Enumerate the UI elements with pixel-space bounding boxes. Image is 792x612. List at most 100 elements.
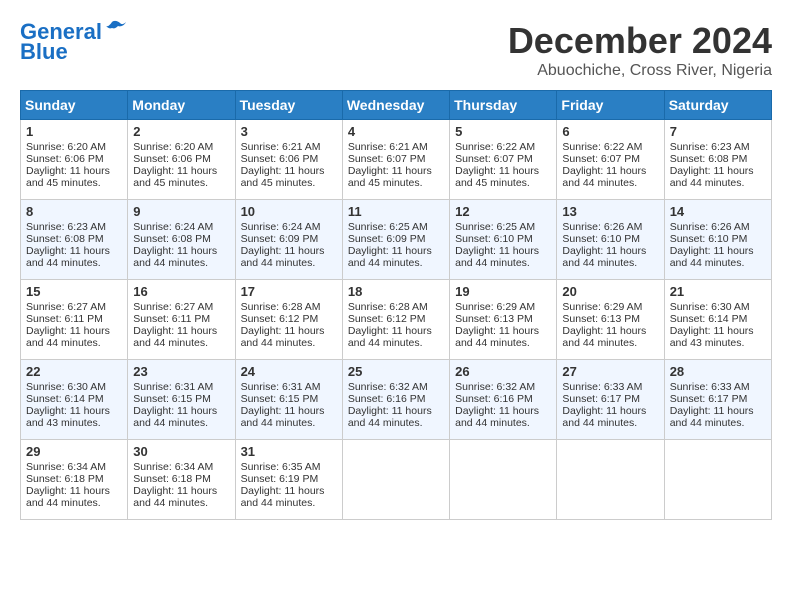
- daylight-label: Daylight: 11 hours and 44 minutes.: [133, 405, 217, 429]
- sunset-text: Sunset: 6:08 PM: [26, 233, 104, 245]
- daylight-label: Daylight: 11 hours and 45 minutes.: [26, 165, 110, 189]
- sunrise-text: Sunrise: 6:23 AM: [670, 141, 750, 153]
- calendar-cell: 28Sunrise: 6:33 AMSunset: 6:17 PMDayligh…: [664, 360, 771, 440]
- header-wednesday: Wednesday: [342, 91, 449, 120]
- sunset-text: Sunset: 6:15 PM: [241, 393, 319, 405]
- day-number: 25: [348, 364, 444, 379]
- calendar-cell: 8Sunrise: 6:23 AMSunset: 6:08 PMDaylight…: [21, 200, 128, 280]
- sunset-text: Sunset: 6:15 PM: [133, 393, 211, 405]
- calendar-cell: 21Sunrise: 6:30 AMSunset: 6:14 PMDayligh…: [664, 280, 771, 360]
- calendar-cell: 5Sunrise: 6:22 AMSunset: 6:07 PMDaylight…: [450, 120, 557, 200]
- sunrise-text: Sunrise: 6:22 AM: [562, 141, 642, 153]
- sunset-text: Sunset: 6:10 PM: [562, 233, 640, 245]
- day-number: 29: [26, 444, 122, 459]
- daylight-label: Daylight: 11 hours and 44 minutes.: [670, 405, 754, 429]
- sunset-text: Sunset: 6:19 PM: [241, 473, 319, 485]
- day-number: 8: [26, 204, 122, 219]
- day-number: 15: [26, 284, 122, 299]
- calendar-cell: 24Sunrise: 6:31 AMSunset: 6:15 PMDayligh…: [235, 360, 342, 440]
- day-number: 18: [348, 284, 444, 299]
- day-number: 1: [26, 124, 122, 139]
- sunrise-text: Sunrise: 6:33 AM: [670, 381, 750, 393]
- sunrise-text: Sunrise: 6:28 AM: [241, 301, 321, 313]
- calendar-week-row: 22Sunrise: 6:30 AMSunset: 6:14 PMDayligh…: [21, 360, 772, 440]
- sunrise-text: Sunrise: 6:20 AM: [133, 141, 213, 153]
- sunset-text: Sunset: 6:17 PM: [562, 393, 640, 405]
- daylight-label: Daylight: 11 hours and 44 minutes.: [133, 485, 217, 509]
- day-number: 6: [562, 124, 658, 139]
- calendar-cell: [342, 440, 449, 520]
- daylight-label: Daylight: 11 hours and 44 minutes.: [455, 325, 539, 349]
- sunrise-text: Sunrise: 6:23 AM: [26, 221, 106, 233]
- sunrise-text: Sunrise: 6:26 AM: [562, 221, 642, 233]
- daylight-label: Daylight: 11 hours and 44 minutes.: [241, 325, 325, 349]
- day-number: 13: [562, 204, 658, 219]
- sunrise-text: Sunrise: 6:34 AM: [133, 461, 213, 473]
- title-block: December 2024 Abuochiche, Cross River, N…: [508, 20, 772, 80]
- sunset-text: Sunset: 6:06 PM: [133, 153, 211, 165]
- header-thursday: Thursday: [450, 91, 557, 120]
- daylight-label: Daylight: 11 hours and 44 minutes.: [562, 165, 646, 189]
- calendar-header-row: SundayMondayTuesdayWednesdayThursdayFrid…: [21, 91, 772, 120]
- day-number: 4: [348, 124, 444, 139]
- sunrise-text: Sunrise: 6:29 AM: [562, 301, 642, 313]
- daylight-label: Daylight: 11 hours and 44 minutes.: [670, 245, 754, 269]
- day-number: 31: [241, 444, 337, 459]
- calendar-cell: 14Sunrise: 6:26 AMSunset: 6:10 PMDayligh…: [664, 200, 771, 280]
- sunrise-text: Sunrise: 6:25 AM: [348, 221, 428, 233]
- daylight-label: Daylight: 11 hours and 45 minutes.: [241, 165, 325, 189]
- daylight-label: Daylight: 11 hours and 45 minutes.: [133, 165, 217, 189]
- header-friday: Friday: [557, 91, 664, 120]
- day-number: 21: [670, 284, 766, 299]
- daylight-label: Daylight: 11 hours and 44 minutes.: [241, 485, 325, 509]
- calendar-cell: [557, 440, 664, 520]
- day-number: 10: [241, 204, 337, 219]
- calendar-cell: 2Sunrise: 6:20 AMSunset: 6:06 PMDaylight…: [128, 120, 235, 200]
- day-number: 9: [133, 204, 229, 219]
- calendar-cell: 26Sunrise: 6:32 AMSunset: 6:16 PMDayligh…: [450, 360, 557, 440]
- calendar-week-row: 29Sunrise: 6:34 AMSunset: 6:18 PMDayligh…: [21, 440, 772, 520]
- daylight-label: Daylight: 11 hours and 44 minutes.: [26, 485, 110, 509]
- calendar-cell: 23Sunrise: 6:31 AMSunset: 6:15 PMDayligh…: [128, 360, 235, 440]
- calendar-table: SundayMondayTuesdayWednesdayThursdayFrid…: [20, 90, 772, 520]
- calendar-cell: 15Sunrise: 6:27 AMSunset: 6:11 PMDayligh…: [21, 280, 128, 360]
- sunrise-text: Sunrise: 6:31 AM: [133, 381, 213, 393]
- day-number: 3: [241, 124, 337, 139]
- sunrise-text: Sunrise: 6:24 AM: [133, 221, 213, 233]
- logo-text-blue: Blue: [20, 40, 68, 64]
- header-monday: Monday: [128, 91, 235, 120]
- day-number: 17: [241, 284, 337, 299]
- logo-bird-icon: [104, 20, 126, 38]
- sunset-text: Sunset: 6:18 PM: [26, 473, 104, 485]
- calendar-cell: 17 Sunrise: 6:28 AMSunset: 6:12 PMDayligh…: [235, 280, 342, 360]
- calendar-cell: 18Sunrise: 6:28 AMSunset: 6:12 PMDayligh…: [342, 280, 449, 360]
- sunset-text: Sunset: 6:12 PM: [241, 313, 319, 325]
- sunset-text: Sunset: 6:09 PM: [348, 233, 426, 245]
- sunset-text: Sunset: 6:14 PM: [670, 313, 748, 325]
- sunset-text: Sunset: 6:07 PM: [348, 153, 426, 165]
- daylight-label: Daylight: 11 hours and 44 minutes.: [455, 405, 539, 429]
- page-header: General Blue December 2024 Abuochiche, C…: [20, 20, 772, 80]
- day-number: 26: [455, 364, 551, 379]
- calendar-cell: 30Sunrise: 6:34 AMSunset: 6:18 PMDayligh…: [128, 440, 235, 520]
- sunset-text: Sunset: 6:06 PM: [241, 153, 319, 165]
- calendar-cell: [664, 440, 771, 520]
- calendar-cell: 3 Sunrise: 6:21 AMSunset: 6:06 PMDaylight…: [235, 120, 342, 200]
- sunrise-text: Sunrise: 6:31 AM: [241, 381, 321, 393]
- sunrise-text: Sunrise: 6:28 AM: [348, 301, 428, 313]
- day-number: 20: [562, 284, 658, 299]
- sunrise-text: Sunrise: 6:24 AM: [241, 221, 321, 233]
- sunrise-text: Sunrise: 6:27 AM: [133, 301, 213, 313]
- sunrise-text: Sunrise: 6:21 AM: [348, 141, 428, 153]
- sunrise-text: Sunrise: 6:21 AM: [241, 141, 321, 153]
- calendar-cell: 19Sunrise: 6:29 AMSunset: 6:13 PMDayligh…: [450, 280, 557, 360]
- sunrise-text: Sunrise: 6:33 AM: [562, 381, 642, 393]
- daylight-label: Daylight: 11 hours and 44 minutes.: [562, 325, 646, 349]
- sunrise-text: Sunrise: 6:32 AM: [455, 381, 535, 393]
- sunrise-text: Sunrise: 6:26 AM: [670, 221, 750, 233]
- daylight-label: Daylight: 11 hours and 44 minutes.: [133, 245, 217, 269]
- calendar-cell: 13Sunrise: 6:26 AMSunset: 6:10 PMDayligh…: [557, 200, 664, 280]
- sunset-text: Sunset: 6:13 PM: [562, 313, 640, 325]
- sunset-text: Sunset: 6:11 PM: [133, 313, 210, 325]
- calendar-week-row: 8 Sunrise: 6:23 AMSunset: 6:08 PM Daylight…: [21, 200, 772, 280]
